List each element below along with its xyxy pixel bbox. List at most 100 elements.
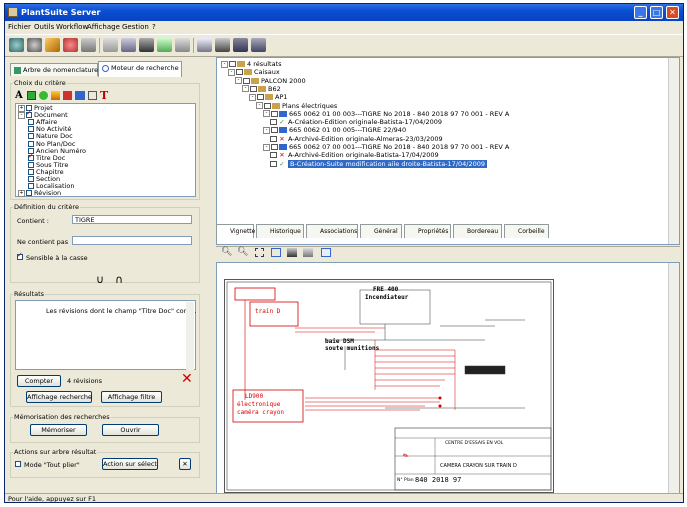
- tab-bordereau[interactable]: Bordereau: [453, 224, 502, 238]
- refresh-icon[interactable]: [9, 38, 24, 52]
- tree-node[interactable]: - 665 0062 07 00 001---TIGRE No 2018 - 84…: [263, 143, 509, 151]
- affichage-filtre-button[interactable]: Affichage filtre: [101, 391, 162, 403]
- union-button[interactable]: ∪: [96, 273, 104, 286]
- node-checkbox[interactable]: [270, 160, 277, 167]
- node-checkbox[interactable]: [271, 127, 278, 134]
- tab-historique[interactable]: Historique: [256, 224, 304, 238]
- criteria-checkbox[interactable]: [26, 109, 32, 119]
- tree-node[interactable]: - PALCON 2000: [235, 77, 306, 85]
- tree-node[interactable]: - 665 0062 01 00 005---TIGRE 22/940: [263, 126, 406, 134]
- criteria-checkbox[interactable]: [28, 161, 34, 168]
- criteria-checkbox[interactable]: [28, 168, 34, 175]
- tab-corbeille[interactable]: Corbeille: [504, 224, 549, 238]
- close-document-icon[interactable]: [251, 38, 266, 52]
- compter-button[interactable]: Compter: [17, 375, 61, 387]
- node-checkbox[interactable]: [257, 94, 264, 101]
- expander-icon[interactable]: +: [18, 190, 25, 198]
- fit-page-icon[interactable]: [271, 248, 281, 257]
- close-button[interactable]: ✕: [666, 6, 679, 19]
- criteria-checkbox[interactable]: [28, 126, 34, 133]
- field-icon[interactable]: [27, 91, 36, 100]
- criteria-checkbox[interactable]: [28, 176, 34, 182]
- case-sensitive-checkbox[interactable]: [17, 251, 23, 260]
- collapse-icon[interactable]: -: [263, 126, 270, 134]
- tree-node[interactable]: - B62: [242, 85, 281, 93]
- collapse-icon[interactable]: -: [221, 60, 228, 68]
- text-format-icon[interactable]: A: [15, 90, 23, 101]
- node-checkbox[interactable]: [270, 135, 277, 142]
- maximize-button[interactable]: □: [650, 6, 663, 19]
- menu-workflow[interactable]: Workflow: [56, 23, 88, 31]
- wrench-icon[interactable]: [103, 38, 118, 52]
- compare-icon[interactable]: [121, 38, 136, 52]
- user-icon[interactable]: [63, 38, 78, 52]
- criteria-checkbox[interactable]: [28, 183, 34, 190]
- criteria-checkbox[interactable]: [26, 190, 32, 197]
- tab-proprietes[interactable]: Propriétés: [404, 224, 451, 238]
- tools-icon[interactable]: [81, 38, 96, 52]
- tree-node[interactable]: ✓ B-Création-Suite modification aile droi…: [270, 159, 488, 168]
- save-icon[interactable]: [233, 38, 248, 52]
- menu-affichage[interactable]: Affichage: [87, 23, 120, 31]
- tree-search-icon[interactable]: [51, 91, 60, 100]
- list-icon[interactable]: [75, 91, 85, 100]
- tree-node[interactable]: - 4 résultats: [221, 60, 282, 68]
- collapse-icon[interactable]: -: [256, 102, 263, 109]
- action-selection-button[interactable]: Action sur sélection: [102, 458, 158, 470]
- filter-icon[interactable]: [63, 91, 72, 100]
- node-checkbox[interactable]: [271, 110, 278, 117]
- menu-help[interactable]: ?: [152, 23, 156, 31]
- viewer-scrollbar[interactable]: [668, 263, 679, 497]
- collapse-icon[interactable]: -: [249, 93, 256, 101]
- criteria-checkbox[interactable]: [28, 152, 34, 161]
- node-checkbox[interactable]: [270, 152, 277, 159]
- memoriser-button[interactable]: Mémoriser: [30, 424, 87, 436]
- tree-node[interactable]: ✓ A-Création-Edition originale-Batista-17…: [270, 118, 442, 126]
- tree-node[interactable]: - 665 0062 01 00 003---TIGRE No 2018 - 84…: [263, 110, 509, 118]
- collapse-icon[interactable]: -: [228, 68, 235, 76]
- collapse-icon[interactable]: -: [263, 143, 270, 151]
- cancel-action-button[interactable]: ✕: [179, 458, 191, 470]
- ne-contient-input[interactable]: [72, 236, 192, 245]
- node-checkbox[interactable]: [250, 85, 257, 92]
- zoom-out-icon[interactable]: 🔍︎: [237, 247, 248, 257]
- node-checkbox[interactable]: [229, 61, 236, 67]
- tab-moteur-recherche[interactable]: Moteur de recherche: [98, 61, 182, 77]
- pencil-icon[interactable]: [45, 38, 60, 52]
- tree-node[interactable]: - Caisaux: [228, 68, 280, 76]
- circle-icon[interactable]: [39, 91, 48, 100]
- zoom-area-icon[interactable]: [255, 248, 264, 257]
- results-scrollbar[interactable]: [186, 302, 194, 370]
- camera-icon[interactable]: [139, 38, 154, 52]
- results-list[interactable]: Les révisions dont le champ "Titre Doc" …: [15, 300, 197, 370]
- title-bar[interactable]: PlantSuite Server _ □ ✕: [5, 4, 683, 21]
- ouvrir-button[interactable]: Ouvrir: [102, 424, 159, 436]
- node-checkbox[interactable]: [271, 144, 278, 150]
- open-viewer-icon[interactable]: [321, 248, 331, 257]
- tree-node[interactable]: - Plans électriques: [256, 102, 337, 110]
- node-checkbox[interactable]: [243, 77, 250, 84]
- tree-node[interactable]: ✕ A-Archivé-Edition originale-Almeras-23/…: [270, 135, 443, 143]
- collapse-icon[interactable]: -: [263, 110, 270, 118]
- menu-gestion[interactable]: Gestion: [122, 23, 149, 31]
- contient-input[interactable]: TIGRE: [72, 215, 192, 224]
- tree-scrollbar[interactable]: [668, 58, 679, 244]
- criteria-checkbox[interactable]: [28, 119, 34, 126]
- doc-icon[interactable]: [88, 91, 97, 100]
- clear-icon[interactable]: ✕: [181, 371, 193, 387]
- tab-associations[interactable]: Associations: [306, 224, 358, 238]
- tab-general[interactable]: Général: [360, 224, 402, 238]
- gear-icon[interactable]: [27, 38, 42, 52]
- minimize-button[interactable]: _: [634, 6, 647, 19]
- node-checkbox[interactable]: [264, 102, 271, 109]
- mode-tout-plier-checkbox[interactable]: [15, 461, 21, 467]
- menu-outils[interactable]: Outils: [34, 23, 54, 31]
- collapse-icon[interactable]: -: [242, 85, 249, 93]
- result-text[interactable]: Les révisions dont le champ "Titre Doc" …: [46, 307, 197, 315]
- expander-icon[interactable]: +: [18, 105, 25, 112]
- criteria-checkbox[interactable]: [28, 140, 34, 147]
- print-icon[interactable]: [215, 38, 230, 52]
- affichage-recherche-button[interactable]: Affichage recherche: [26, 391, 92, 403]
- results-tree[interactable]: -4 résultats - Caisaux - PALCON 2000- B62- AP1…: [216, 57, 680, 245]
- window-icon[interactable]: [197, 38, 212, 52]
